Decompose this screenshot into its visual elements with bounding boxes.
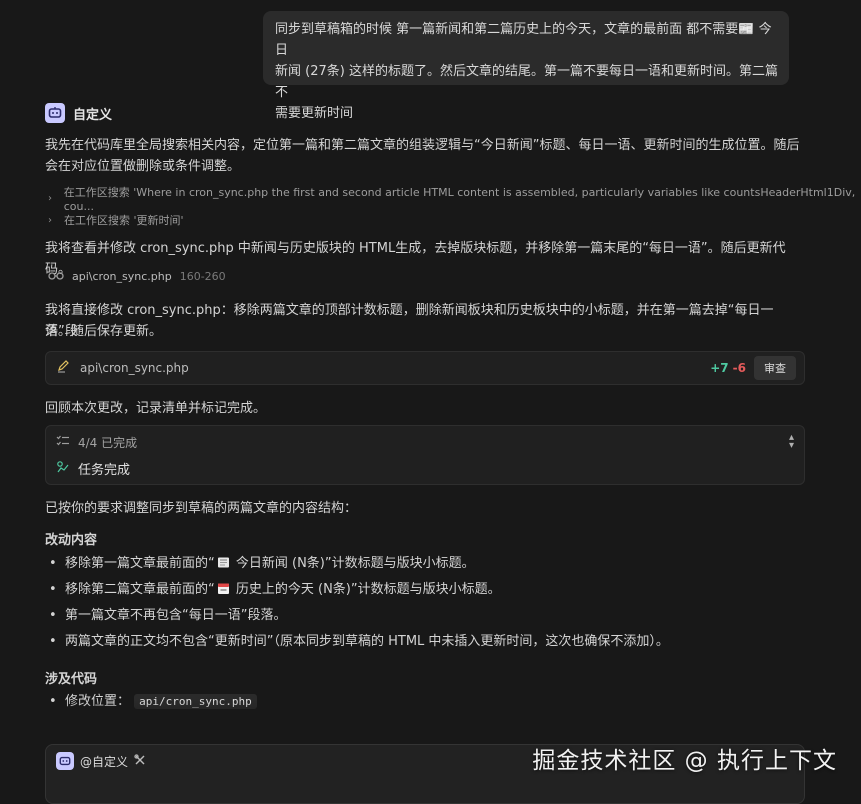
newspaper-icon [217, 553, 230, 568]
list-item-text: 今日新闻 (N条)”计数标题与版块小标题。 [231, 556, 475, 571]
checklist-icon [56, 435, 70, 450]
list-item: 两篇文章的正文均不包含“更新时间”（原本同步到草稿的 HTML 中未插入更新时间… [47, 629, 807, 655]
edit-file-name: api\cron_sync.php [80, 361, 189, 375]
list-item-text: 第一篇文章不再包含“每日一语”段落。 [65, 608, 287, 623]
file-edit-card[interactable]: api\cron_sync.php +7 -6 审查 [45, 351, 805, 385]
file-read-reference[interactable]: api\cron_sync.php 160-260 [48, 270, 226, 283]
bot-icon [45, 103, 65, 123]
chevron-right-icon: › [48, 214, 52, 226]
edit-pencil-icon [56, 359, 72, 377]
search-step-text: 在工作区搜索 '更新时间' [64, 214, 184, 227]
list-item: 第一篇文章不再包含“每日一语”段落。 [47, 603, 807, 629]
watermark: 掘金技术社区 @ 执行上下文 [532, 748, 837, 774]
todo-done-text: 任务完成 [78, 463, 131, 478]
agent-name: 自定义 [73, 107, 113, 123]
agent-mention[interactable]: @自定义 [56, 752, 146, 770]
user-message-line: 需要更新时间 [275, 106, 354, 121]
agent-paragraph: 我先在代码库里全局搜索相关内容，定位第一篇和第二篇文章的组装逻辑与“今日新闻”标… [45, 138, 800, 153]
expand-collapse-icon[interactable]: ▴ ▾ [789, 433, 794, 451]
lines-added-count: +7 [710, 361, 729, 375]
scroll-fade [0, 700, 861, 740]
list-item-text: 移除第一篇文章最前面的“ [65, 556, 215, 571]
list-item-text: 移除第二篇文章最前面的“ [65, 582, 215, 597]
agent-paragraph: 回顾本次更改，记录清单并标记完成。 [45, 401, 267, 416]
user-message-line: 新闻 (27条) 这样的标题了。然后文章的结尾。第一篇不要每日一语和更新时间。第… [275, 64, 778, 100]
todo-done-row: 任务完成 [56, 459, 130, 478]
list-item-text: 历史上的今天 (N条)”计数标题与版块小标题。 [231, 582, 501, 597]
list-item-text: 两篇文章的正文均不包含“更新时间”（原本同步到草稿的 HTML 中未插入更新时间… [65, 634, 669, 649]
calendar-icon [217, 579, 230, 594]
bot-icon [56, 752, 74, 770]
search-step-text: 在工作区搜索 'Where in cron_sync.php the first… [63, 186, 856, 213]
tools-icon[interactable] [134, 753, 146, 769]
list-item: 移除第一篇文章最前面的“ 今日新闻 (N条)”计数标题与版块小标题。 [47, 551, 807, 577]
search-step-1[interactable]: › 在工作区搜索 'Where in cron_sync.php the fir… [48, 184, 861, 213]
todo-progress-row: 4/4 已完成 [56, 434, 137, 451]
file-ref-name: api\cron_sync.php [72, 270, 172, 283]
list-item: 移除第二篇文章最前面的“ 历史上的今天 (N条)”计数标题与版块小标题。 [47, 577, 807, 603]
mention-label: @自定义 [80, 754, 129, 769]
lines-removed-count: -6 [732, 361, 746, 375]
agent-paragraph: 会在对应位置做删除或条件调整。 [45, 159, 241, 174]
todo-progress-text: 4/4 已完成 [78, 436, 138, 450]
agent-paragraph: 落。随后保存更新。 [45, 324, 163, 339]
changes-list: 移除第一篇文章最前面的“ 今日新闻 (N条)”计数标题与版块小标题。 移除第二篇… [47, 551, 807, 655]
changes-heading: 改动内容 [45, 533, 98, 548]
agent-header: 自定义 [45, 103, 112, 123]
glasses-icon [48, 270, 64, 283]
review-button[interactable]: 审查 [754, 356, 796, 380]
search-step-2[interactable]: › 在工作区搜索 '更新时间' [48, 212, 184, 228]
task-complete-icon [56, 460, 70, 478]
code-heading: 涉及代码 [45, 672, 98, 687]
summary-text: 已按你的要求调整同步到草稿的两篇文章的内容结构： [45, 501, 358, 516]
user-message-line: 同步到草稿箱的时候 第一篇新闻和第二篇历史上的今天，文章的最前面 都不需要📰 今… [275, 22, 772, 58]
chevron-right-icon: › [48, 193, 52, 204]
user-message-bubble: 同步到草稿箱的时候 第一篇新闻和第二篇历史上的今天，文章的最前面 都不需要📰 今… [263, 11, 789, 121]
todo-list-card[interactable]: 4/4 已完成 任务完成 ▴ ▾ [45, 425, 805, 485]
file-ref-range: 160-260 [179, 270, 226, 283]
